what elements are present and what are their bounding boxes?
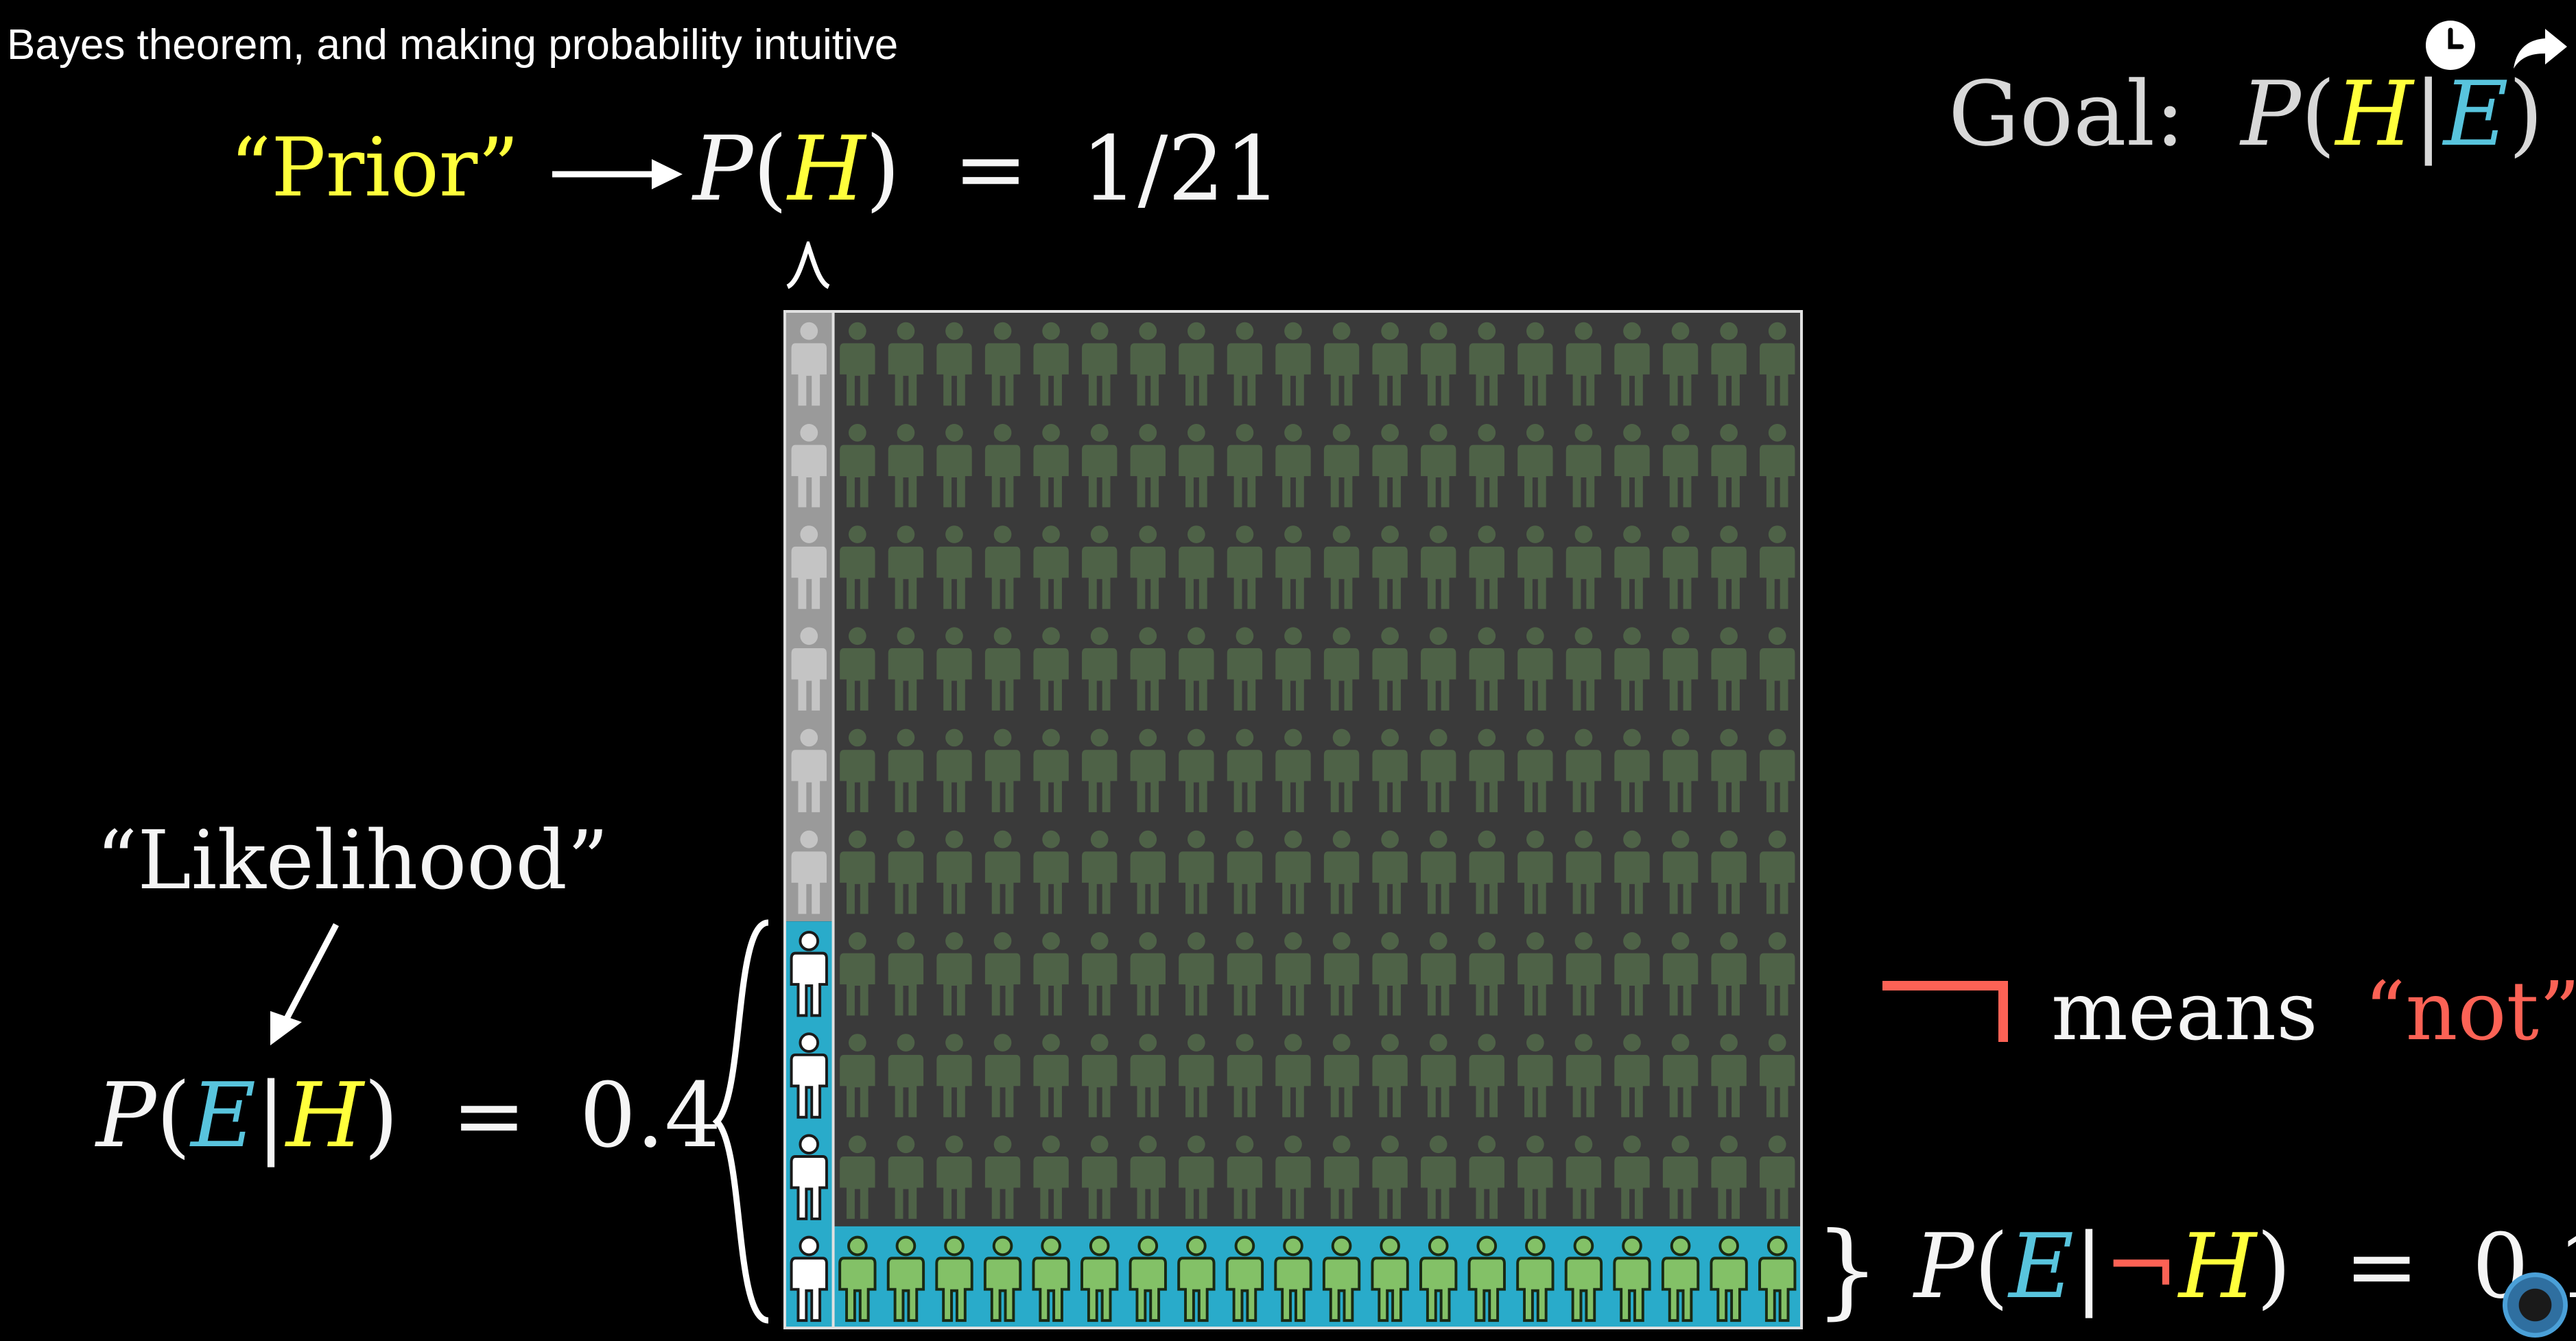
goal-label: Goal: <box>1948 62 2185 166</box>
likelihood-p: P <box>96 1063 156 1167</box>
likelihood-h: H <box>285 1063 364 1167</box>
p-e-not-h-e: E <box>2009 1214 2075 1318</box>
goal-close-paren: ) <box>2508 62 2544 166</box>
not-quote: “not” <box>2364 964 2576 1058</box>
likelihood-e: E <box>191 1063 257 1167</box>
goal-h: H <box>2335 62 2413 166</box>
channel-avatar[interactable] <box>2503 1272 2568 1338</box>
likelihood-formula: P(E|H) = 0.4 <box>96 1063 721 1167</box>
video-title[interactable]: Bayes theorem, and making probability in… <box>7 21 898 69</box>
prior-p: P <box>693 117 753 221</box>
prior-close-paren: ) <box>865 117 901 221</box>
not-symbol <box>1880 977 2010 1049</box>
prior-equals: = <box>953 117 1028 221</box>
p-e-not-h-p: P <box>1914 1214 1974 1318</box>
prior-brace-tip <box>786 241 830 289</box>
likelihood-brace <box>712 919 770 1324</box>
p-e-not-h-formula: P(E|¬H) = 0.1 <box>1914 1214 2576 1318</box>
p-e-not-h-bar: | <box>2074 1214 2104 1318</box>
likelihood-equals: = <box>451 1063 527 1167</box>
p-e-not-h-open-paren: ( <box>1974 1214 2009 1318</box>
p-e-not-h-neg: ¬ <box>2103 1214 2179 1318</box>
not-means: means <box>2051 964 2318 1058</box>
p-e-not-h-brace: } <box>1815 1211 1880 1330</box>
likelihood-open-paren: ( <box>156 1063 191 1167</box>
p-e-not-h-equals: = <box>2344 1214 2420 1318</box>
likelihood-value: 0.4 <box>579 1063 722 1167</box>
goal-p: P <box>2241 62 2301 166</box>
likelihood-close-paren: ) <box>364 1063 399 1167</box>
likelihood-arrow <box>270 923 339 1045</box>
hypothesis-panel-dim <box>785 311 834 922</box>
p-e-not-h-close-paren: ) <box>2256 1214 2291 1318</box>
prior-label: “Prior” <box>230 120 519 215</box>
goal-formula: Goal: P(H|E) <box>1948 62 2543 166</box>
p-e-not-h-h: H <box>2178 1214 2257 1318</box>
not-hypothesis-evidence-panel <box>833 1226 1801 1328</box>
population-grid <box>783 310 1803 1329</box>
not-explanation: means “not” <box>2051 964 2576 1058</box>
likelihood-label: “Likelihood” <box>96 813 609 907</box>
not-hypothesis-panel-dim <box>833 311 1801 1226</box>
prior-open-paren: ( <box>753 117 788 221</box>
prior-formula: P(H) = 1/21 <box>693 117 1281 221</box>
goal-open-paren: ( <box>2300 62 2336 166</box>
prior-arrow <box>552 159 683 189</box>
negation-icon <box>1882 981 2008 1042</box>
likelihood-bar: | <box>256 1063 286 1167</box>
prior-value: 1/21 <box>1080 117 1281 221</box>
prior-h: H <box>788 117 866 221</box>
goal-e: E <box>2443 62 2509 166</box>
goal-bar: | <box>2413 62 2444 166</box>
